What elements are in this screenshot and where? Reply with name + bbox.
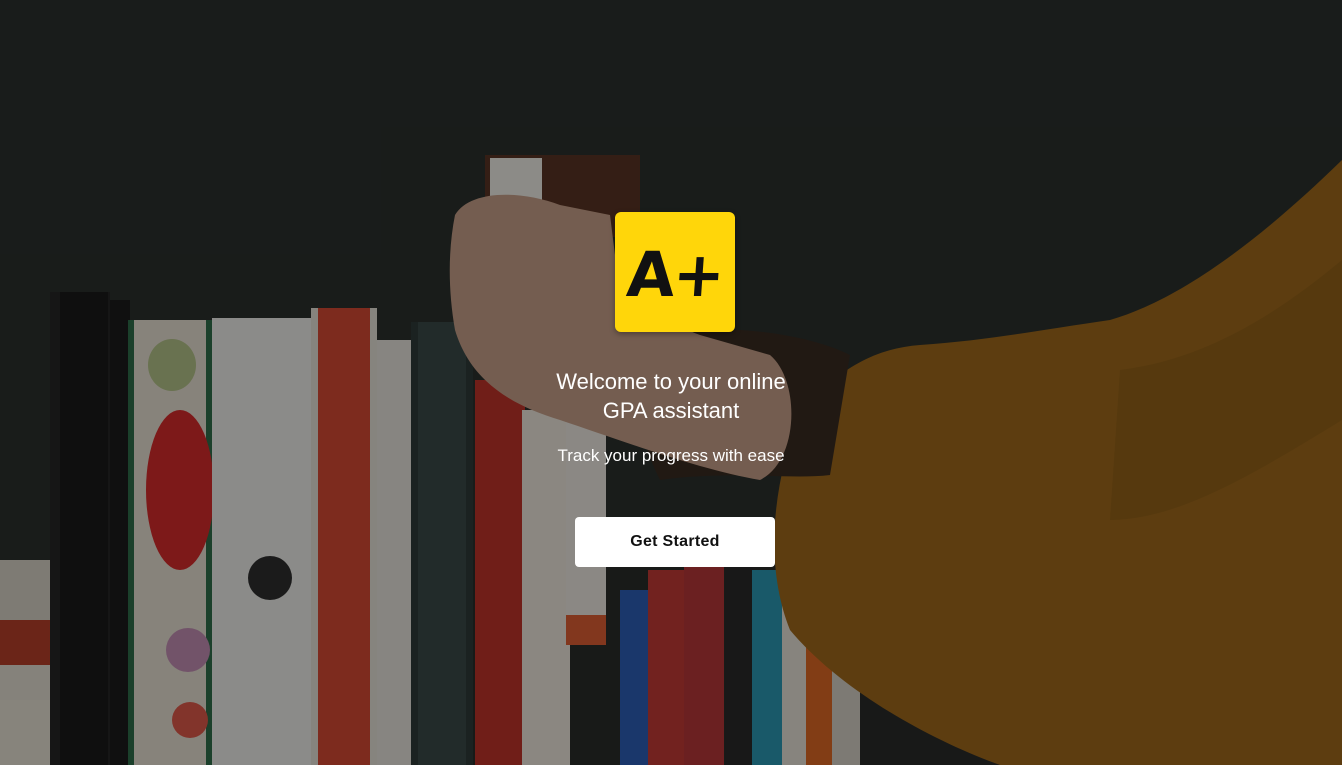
hero-content: A+ Welcome to your online GPA assistant … xyxy=(0,0,1342,765)
headline-line-1: Welcome to your online xyxy=(556,369,786,394)
landing-hero: A+ Welcome to your online GPA assistant … xyxy=(0,0,1342,765)
get-started-button[interactable]: Get Started xyxy=(575,517,775,567)
grade-a-plus-icon: A+ xyxy=(624,237,726,311)
headline-line-2: GPA assistant xyxy=(602,398,740,423)
page-title: Welcome to your online GPA assistant xyxy=(471,367,871,425)
page-subtitle: Track your progress with ease xyxy=(557,446,785,465)
app-logo: A+ xyxy=(615,212,735,332)
